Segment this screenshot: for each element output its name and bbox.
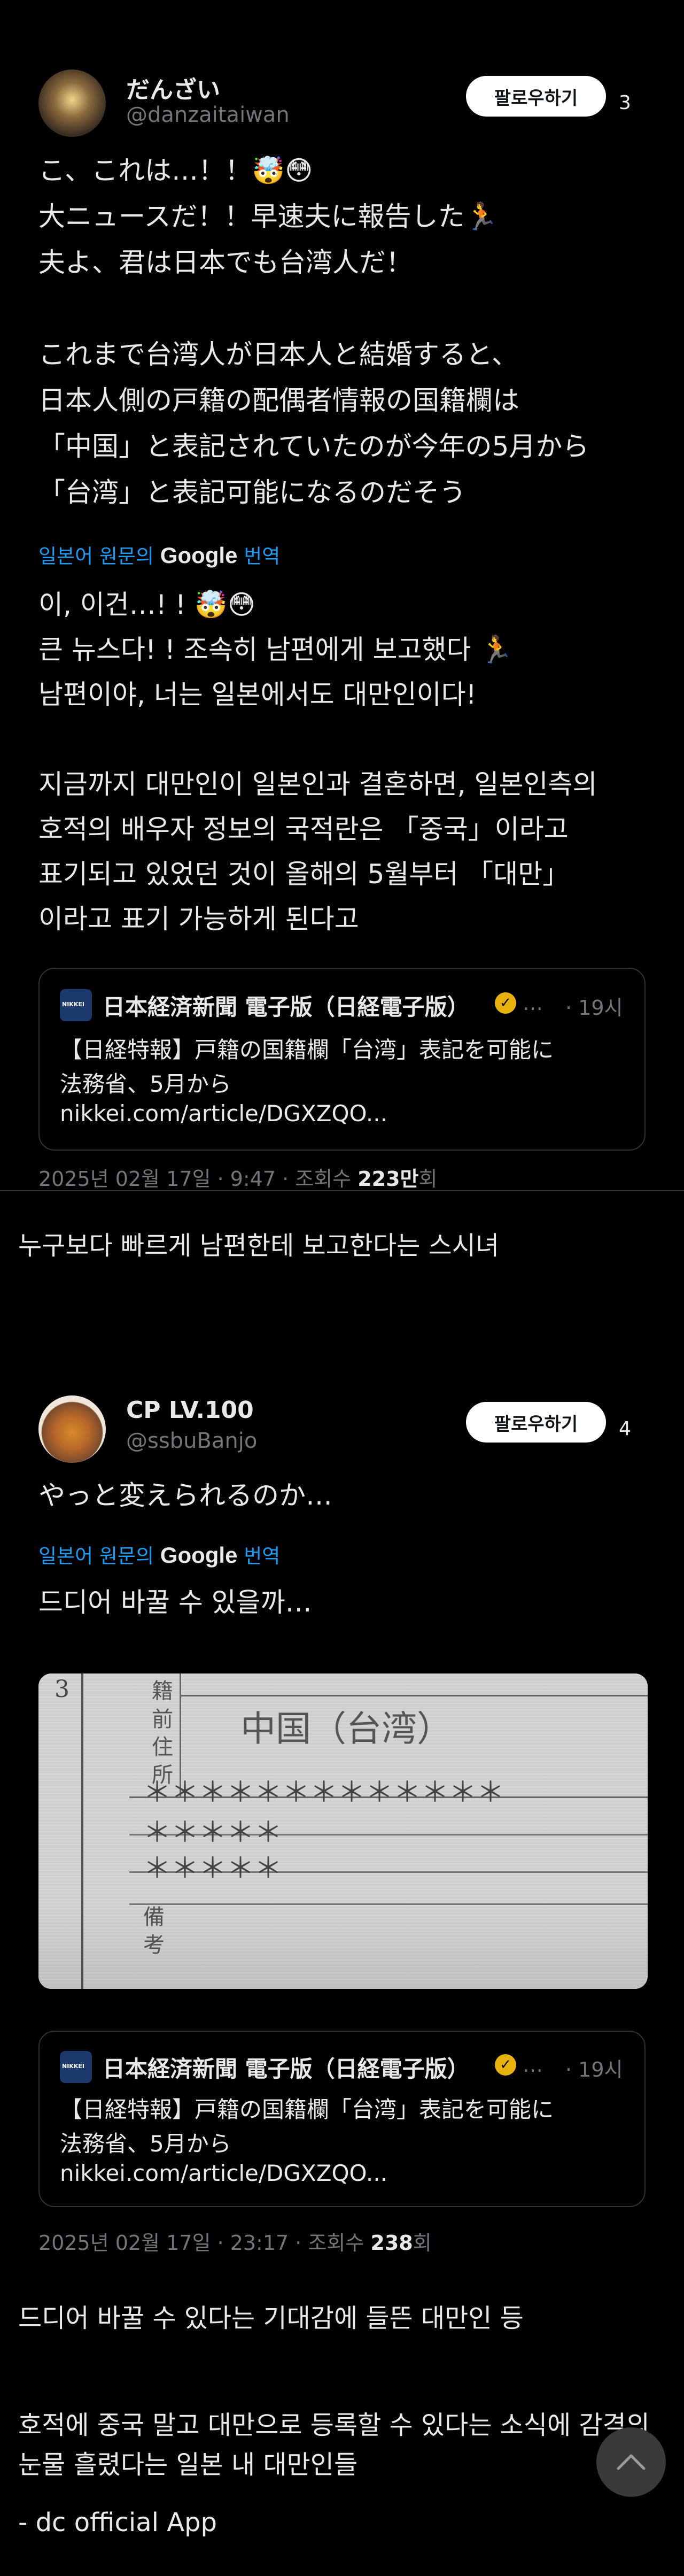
register-field-label: 籍	[152, 1679, 173, 1703]
tweet-meta: 2025년 02월 17일 · 9:47 · 조회수 223만회	[38, 1162, 438, 1192]
footer-text: - dc official App	[18, 2508, 217, 2538]
tweet-text-line: これまで台湾人が日本人と結婚すると、	[38, 339, 518, 370]
register-masked-value: ＊＊＊＊＊＊＊＊＊＊＊＊＊	[143, 1777, 505, 1809]
tweet-date: 2025년 02월 17일 · 23:17 · 조회수	[38, 2231, 371, 2255]
nikkei-logo: NIKKEI	[60, 989, 92, 1021]
follow-button[interactable]: 팔로우하기	[466, 76, 606, 117]
link-subheadline: 法務省、5月から	[60, 2131, 231, 2157]
divider	[0, 1190, 684, 1191]
tweet-card: だんざい @danzaitaiwan 팔로우하기 3 こ、これは…！！🤯😳 大ニ…	[0, 0, 684, 1192]
register-masked-value: ＊＊＊＊＊	[143, 1853, 283, 1885]
google-logo: Google	[160, 543, 238, 568]
chevron-up-icon[interactable]	[596, 2427, 666, 2497]
translated-text-line: 남편이야, 너는 일본에서도 대만인이다!	[38, 679, 477, 710]
thread-count: 3	[619, 92, 631, 114]
display-name[interactable]: だんざい	[126, 71, 220, 105]
translated-text-line: 이, 이건…! ! 🤯😳	[38, 589, 256, 620]
translated-text-line: 호적의 배우자 정보의 국적란은 「중국」이라고	[38, 814, 569, 845]
follow-button[interactable]: 팔로우하기	[466, 1402, 606, 1443]
avatar[interactable]	[38, 1395, 106, 1463]
nikkei-logo: NIKKEI	[60, 2051, 92, 2083]
translate-suffix: 번역	[244, 1545, 281, 1568]
view-suffix: 회	[418, 1167, 438, 1191]
caption-text: 눈물 흘렸다는 일본 내 대만인들	[18, 2450, 358, 2480]
register-row-number: 3	[55, 1676, 69, 1703]
verified-badge-icon: ✓	[495, 992, 516, 1014]
link-time: · 19시	[565, 996, 623, 1020]
link-headline: 【日経特報】戸籍の国籍欄「台湾」表記を可能に	[60, 2096, 554, 2123]
translated-text-line: 큰 뉴스다! ! 조속히 남편에게 보고했다 🏃	[38, 634, 513, 665]
link-preview-card[interactable]: NIKKEI 日本経済新聞 電子版（日経電子版） ✓ … · 19시 【日経特報…	[38, 2031, 646, 2207]
tweet-text-line: 「台湾」と表記可能になるのだそう	[38, 477, 466, 508]
translate-link[interactable]: 일본어 원문의 Google 번역	[38, 540, 280, 569]
tweet-text-line: 大ニュースだ！！早速夫に報告した🏃	[38, 201, 498, 232]
link-ellipsis: …	[523, 991, 543, 1015]
translate-link[interactable]: 일본어 원문의 Google 번역	[38, 1540, 280, 1569]
tweet-meta: 2025년 02월 17일 · 23:17 · 조회수 238회	[38, 2226, 432, 2256]
register-masked-value: ＊＊＊＊＊	[143, 1817, 283, 1849]
handle[interactable]: @ssbuBanjo	[126, 1429, 257, 1453]
caption-text: 누구보다 빠르게 남편한테 보고한다는 스시녀	[18, 1231, 500, 1261]
display-name[interactable]: CP LV.100	[126, 1397, 254, 1424]
link-url[interactable]: nikkei.com/article/DGXZQO...	[60, 2160, 387, 2186]
caption-text: 드디어 바꿀 수 있다는 기대감에 들뜬 대만인 등	[18, 2303, 524, 2333]
chevron-up-shape	[617, 2454, 646, 2470]
view-count: 238	[370, 2231, 413, 2255]
tweet-text-line: やっと変えられるのか…	[38, 1480, 332, 1511]
thread-count: 4	[619, 1418, 631, 1440]
view-count: 223만	[357, 1167, 419, 1191]
view-suffix: 회	[413, 2231, 432, 2255]
tweet-text-line: 夫よ、君は日本でも台湾人だ！	[38, 247, 413, 278]
translate-prefix: 일본어 원문의	[38, 545, 154, 568]
tweet-text-line: 日本人側の戸籍の配偶者情報の国籍欄は	[38, 385, 519, 416]
translated-text-line: 드디어 바꿀 수 있을까…	[38, 1587, 312, 1618]
link-headline: 【日経特報】戸籍の国籍欄「台湾」表記を可能に	[60, 1037, 554, 1063]
link-ellipsis: …	[523, 2053, 543, 2077]
handle[interactable]: @danzaitaiwan	[126, 103, 290, 127]
link-preview-card[interactable]: NIKKEI 日本経済新聞 電子版（日経電子版） ✓ … · 19시 【日経特報…	[38, 968, 646, 1151]
tweet-photo[interactable]: 3 籍 前住所 中国（台湾） ＊＊＊＊＊＊＊＊＊＊＊＊＊ ＊＊＊＊＊ ＊＊＊＊＊…	[38, 1673, 648, 1989]
translate-suffix: 번역	[244, 545, 281, 568]
link-source: 日本経済新聞 電子版（日経電子版）	[103, 994, 470, 1020]
register-divider	[180, 1695, 648, 1696]
tweet-date: 2025년 02월 17일 · 9:47 · 조회수	[38, 1167, 358, 1191]
caption-text: 호적에 중국 말고 대만으로 등록할 수 있다는 소식에 감격의	[18, 2410, 650, 2440]
tweet-text-line: 「中国」と表記されていたのが今年の5月から	[38, 431, 589, 462]
link-time: · 19시	[565, 2058, 623, 2081]
translated-text-line: 표기되고 있었던 것이 올해의 5월부터 「대만」	[38, 859, 570, 890]
google-logo: Google	[160, 1542, 238, 1568]
link-source: 日本経済新聞 電子版（日経電子版）	[103, 2056, 470, 2082]
link-subheadline: 法務省、5月から	[60, 1071, 231, 1097]
link-url[interactable]: nikkei.com/article/DGXZQO...	[60, 1100, 387, 1127]
translate-prefix: 일본어 원문의	[38, 1545, 154, 1568]
register-nationality-value: 中国（台湾）	[240, 1708, 452, 1749]
tweet-text-line: こ、これは…！！🤯😳	[38, 155, 313, 186]
photo-shadow	[38, 1903, 648, 1989]
verified-badge-icon: ✓	[495, 2054, 516, 2076]
tweet-card: CP LV.100 @ssbuBanjo 팔로우하기 4 やっと変えられるのか……	[0, 1369, 684, 2278]
translated-text-line: 이라고 표기 가능하게 된다고	[38, 904, 359, 935]
avatar[interactable]	[38, 70, 106, 137]
translated-text-line: 지금까지 대만인이 일본인과 결혼하면, 일본인측의	[38, 769, 597, 800]
